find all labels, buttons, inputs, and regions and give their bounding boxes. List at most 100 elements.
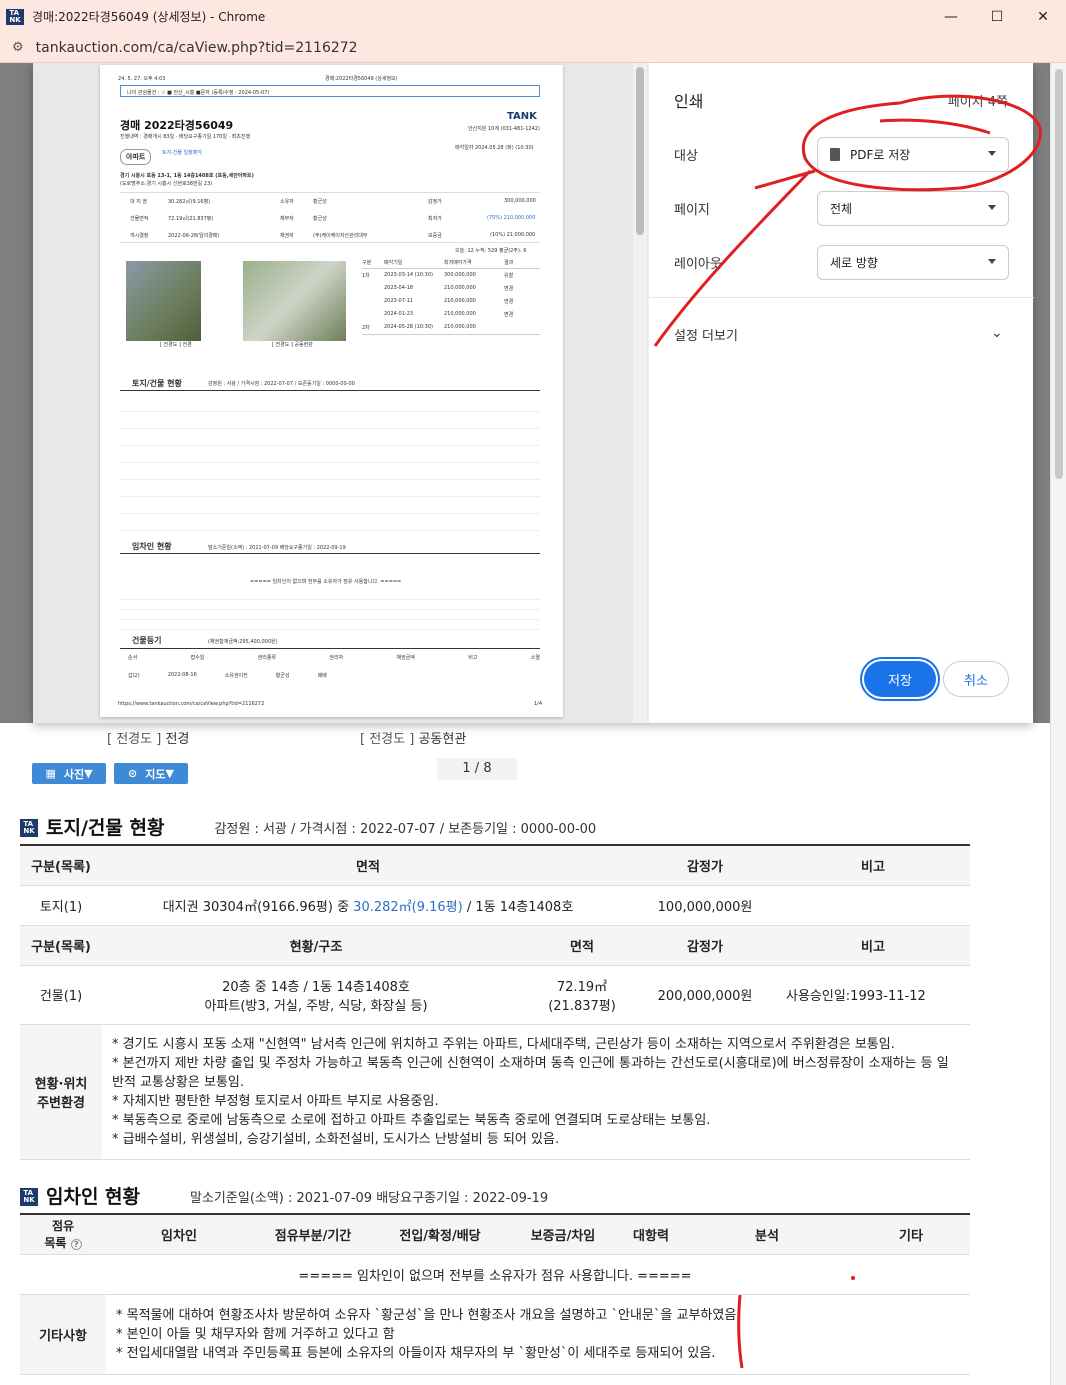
pv-tenant-title: 임차인 현황	[132, 542, 172, 551]
pv-hist-r1c3: 변경	[504, 286, 514, 292]
pv-reg-h6: 소멸	[530, 655, 540, 661]
photo-caption-1: [ 전경도 ] 전경	[107, 728, 189, 747]
land-section-meta: 감정원 : 서광 / 가격시점 : 2022-07-07 / 보존등기일 : 0…	[214, 822, 597, 837]
bld-row-struct: 20층 중 14층 / 1동 14층1408호 아파트(방3, 거실, 주방, 식…	[102, 965, 530, 1025]
browser-title-bar: TA NK 경매:2022타경56049 (상세정보) - Chrome — ☐ …	[0, 0, 1066, 33]
layout-select[interactable]: 세로 방향	[817, 245, 1009, 280]
destination-value: PDF로 저장	[850, 148, 911, 162]
save-button[interactable]: 저장	[864, 661, 936, 697]
land-area-a: 대지권 30304㎡(9166.96평) 중	[162, 899, 354, 915]
photo-pager: 1 / 8	[437, 758, 517, 780]
pv-hist-h2: 최저매각가격	[444, 260, 472, 266]
bld-h-area: 면적	[530, 925, 634, 966]
caption-2-prefix: [ 전경도 ]	[360, 732, 415, 747]
pv-hist-r1c2: 210,000,000	[444, 285, 476, 291]
pv-reg-meta: (채권합계금액:295,400,000원)	[208, 639, 278, 645]
pages-label: 페이지	[674, 203, 710, 218]
minimize-button[interactable]: —	[928, 0, 974, 33]
tenant-etc-note: * 목적물에 대하여 현황조사차 방문하여 소유자 `황군성`을 만나 현황조사…	[116, 1307, 737, 1323]
pv-f-area-v: 30.282㎡(9.16평)	[168, 199, 211, 205]
layout-value: 세로 방향	[830, 256, 878, 270]
pv-interest-bar: 나의 관심물건 : ☆ ■ 안산_시흥 ■문자 (등록/수정 : 2024-05…	[120, 85, 540, 97]
pv-reg-title: 건물등기	[132, 636, 162, 645]
caption-2-label: 공동현관	[418, 732, 467, 747]
pv-reg-h0: 순서	[128, 655, 138, 661]
land-h-area: 면적	[102, 845, 634, 886]
tenant-h-occupancy: 점유 목록 ?	[20, 1214, 106, 1255]
media-buttons: ▦ 사진 ▼ ⊙ 지도 ▼	[32, 763, 188, 784]
pv-f-owner-l: 소유자	[280, 199, 294, 205]
bld-area-2: (21.837평)	[548, 998, 616, 1014]
bld-row-price: 200,000,000원	[634, 965, 776, 1025]
cancel-button[interactable]: 취소	[943, 661, 1009, 697]
chevron-down-icon	[988, 205, 996, 210]
preview-scrollbar[interactable]	[633, 63, 647, 723]
pv-tenant-etc	[120, 590, 540, 630]
env-note: * 경기도 시흥시 포동 소재 "신현역" 남서측 인근에 위치하고 주위는 아…	[112, 1036, 895, 1052]
map-pin-icon: ⊙	[128, 767, 138, 780]
pv-hist-r2c2: 210,000,000	[444, 298, 476, 304]
pv-f-cred-l: 채권자	[280, 233, 294, 239]
print-preview: 24. 5. 27. 오후 4:03 경매:2022타경56049 (상세정보)…	[33, 63, 648, 723]
scrollbar-thumb[interactable]	[1055, 69, 1063, 479]
land-area-c: / 1동 14층1408호	[462, 899, 574, 915]
pv-type-badge: 아파트	[120, 149, 152, 165]
close-button[interactable]: ✕	[1020, 0, 1066, 33]
pv-reg-h3: 권리자	[329, 655, 344, 661]
pv-hist-r0c1: 2023-03-14 (10:30)	[384, 272, 433, 278]
pv-tenant-meta: 말소기준일(소액) : 2021-07-09 배당요구종기일 : 2022-09…	[208, 545, 346, 551]
tune-icon[interactable]: ⚙	[12, 40, 24, 55]
env-note: * 본건까지 제반 차량 출입 및 주정차 가능하고 북동측 인근에 신현역이 …	[112, 1055, 949, 1090]
land-row-area: 대지권 30304㎡(9166.96평) 중 30.282㎡(9.16평) / …	[102, 885, 634, 926]
pv-hist-h3: 결과	[504, 260, 514, 266]
bld-area-1: 72.19㎡	[556, 979, 608, 995]
bld-row-note: 사용승인일:1993-11-12	[776, 965, 970, 1025]
tenant-h-name: 임차인	[106, 1214, 252, 1255]
preview-sheet: 24. 5. 27. 오후 4:03 경매:2022타경56049 (상세정보)…	[100, 65, 563, 717]
land-row-label: 토지(1)	[20, 885, 102, 926]
pv-f-dep-l: 보증금	[428, 233, 442, 239]
map-button-label: 지도	[145, 767, 166, 781]
land-section-header: TA NK 토지/건물 현황 감정원 : 서광 / 가격시점 : 2022-07-…	[20, 813, 596, 840]
destination-select[interactable]: PDF로 저장	[817, 137, 1009, 172]
tenant-h-analysis: 분석	[682, 1214, 852, 1255]
address-bar: ⚙ tankauction.com/ca/caView.php?tid=2116…	[0, 33, 1066, 63]
help-icon[interactable]: ?	[70, 1239, 82, 1251]
photo-button[interactable]: ▦ 사진 ▼	[32, 763, 106, 784]
more-settings[interactable]: 설정 더보기	[674, 325, 738, 344]
url-text[interactable]: tankauction.com/ca/caView.php?tid=211627…	[36, 40, 358, 56]
map-button[interactable]: ⊙ 지도 ▼	[114, 763, 188, 784]
pv-f-debtor-v: 황군성	[313, 216, 327, 222]
pv-reg-c1: 2022-08-16	[167, 672, 197, 678]
env-label-2: 주변환경	[37, 1095, 85, 1111]
bld-h-appraisal: 감정가	[634, 925, 776, 966]
pv-tenant-none: ===== 임차인이 없으며 전부를 소유자가 점유 사용합니다. =====	[250, 579, 402, 585]
pv-f-start-l: 개시결정	[130, 233, 149, 239]
pv-reg-header: 순서 접수일 권리종류 권리자 채권금액 비고 소멸	[128, 654, 540, 661]
maximize-button[interactable]: ☐	[974, 0, 1020, 33]
page-content: 24. 5. 27. 오후 4:03 경매:2022타경56049 (상세정보)…	[0, 63, 1066, 1385]
pv-footer-page: 1/4	[534, 701, 543, 707]
env-note: * 급배수설비, 위생설비, 승강기설비, 소화전설비, 도시가스 난방설비 등…	[112, 1131, 560, 1147]
print-dialog: 24. 5. 27. 오후 4:03 경매:2022타경56049 (상세정보)…	[33, 63, 1034, 723]
pv-hist-r2c3: 변경	[504, 299, 514, 305]
chevron-down-icon[interactable]: ⌄	[991, 325, 1003, 341]
bld-row-area: 72.19㎡ (21.837평)	[530, 965, 634, 1025]
pv-reg-h5: 비고	[468, 655, 478, 661]
env-note: * 북동측으로 중로에 남동측으로 소로에 접하고 아파트 추출입로는 북동측 …	[112, 1112, 711, 1128]
tenant-etc-notes: * 목적물에 대하여 현황조사차 방문하여 소유자 `황군성`을 만나 현황조사…	[106, 1294, 970, 1375]
pv-land-meta: 감정원 : 서광 / 가격시점 : 2022-07-07 / 보존등기일 : 0…	[208, 381, 355, 387]
pv-datetime: 24. 5. 27. 오후 4:03	[118, 76, 166, 82]
tank-logo-icon: TA NK	[20, 819, 38, 837]
pv-doc-title: 경매:2022타경56049 (상세정보)	[325, 76, 398, 82]
pv-f-area-l: 대 지 권	[130, 199, 147, 205]
pv-hist-r3c1: 2024-01-23	[384, 311, 414, 317]
pages-select[interactable]: 전체	[817, 191, 1009, 226]
tenant-h-occ-2: 목록	[44, 1236, 67, 1251]
tenant-h-etc: 기타	[852, 1214, 970, 1255]
pv-f-appr-l: 감정가	[428, 199, 442, 205]
tenant-etc-label: 기타사항	[20, 1294, 106, 1375]
pv-reg-c2: 소유권이전	[224, 673, 248, 679]
tenant-none: ===== 임차인이 없으며 전부를 소유자가 점유 사용합니다. =====	[20, 1254, 970, 1295]
page-scrollbar[interactable]	[1050, 63, 1066, 1385]
